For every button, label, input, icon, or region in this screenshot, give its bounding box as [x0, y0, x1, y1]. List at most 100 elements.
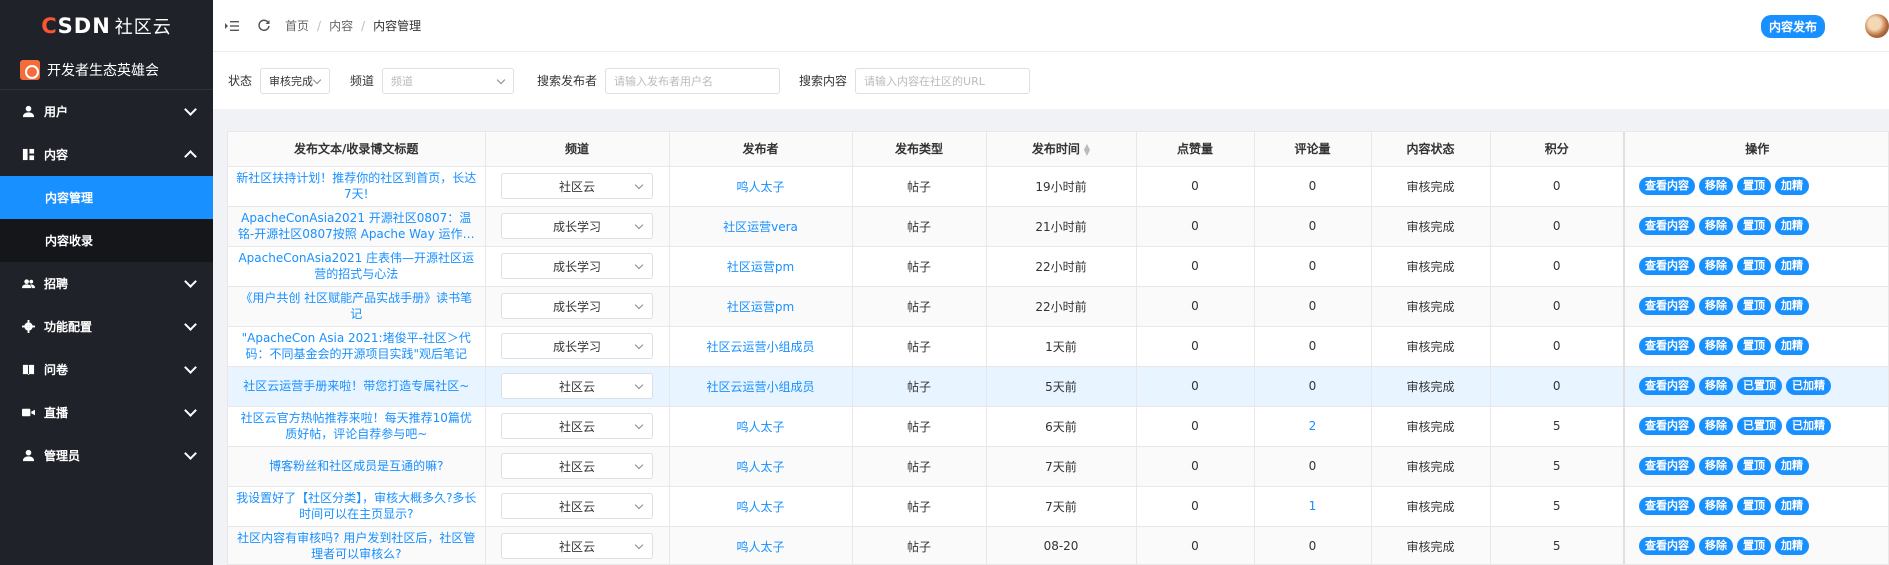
column-header-time[interactable]: 发布时间 ▲ ▼ [986, 132, 1137, 167]
pin-button[interactable]: 置顶 [1737, 537, 1771, 555]
publisher-link[interactable]: 社区云运营小组成员 [706, 380, 814, 394]
publisher-search-input[interactable]: 请输入发布者用户名 [605, 67, 781, 94]
feature-button[interactable]: 加精 [1775, 177, 1809, 195]
menu-item-admin[interactable]: 管理员 [0, 434, 213, 477]
sort-icon[interactable]: ▲ ▼ [1084, 142, 1090, 156]
refresh-icon[interactable] [257, 19, 271, 33]
pin-button[interactable]: 置顶 [1737, 257, 1771, 275]
content-title-link[interactable]: 《用户共创 社区赋能产品实战手册》读书笔记 [228, 290, 485, 322]
remove-button[interactable]: 移除 [1699, 497, 1733, 515]
remove-button[interactable]: 移除 [1699, 537, 1733, 555]
community-switcher[interactable]: 开发者生态英雄会 [0, 51, 213, 90]
logo-letter-c: C [41, 13, 58, 38]
content-title-link[interactable]: ApacheConAsia2021 开源社区0807：温铭-开源社区0807按照… [228, 210, 485, 242]
content-title-link[interactable]: "ApacheCon Asia 2021:堵俊平-社区＞代码：不同基金会的开源项… [228, 330, 485, 362]
remove-button[interactable]: 移除 [1699, 257, 1733, 275]
pin-button[interactable]: 置顶 [1737, 297, 1771, 315]
menu-item-content[interactable]: 内容 [0, 133, 213, 176]
publish-content-button[interactable]: 内容发布 [1760, 15, 1825, 38]
view-content-button[interactable]: 查看内容 [1639, 257, 1695, 275]
content-title-link[interactable]: ApacheConAsia2021 庄表伟—开源社区运营的招式与心法 [228, 250, 485, 282]
actions-cell: 查看内容 移除 置顶 加精 [1623, 246, 1888, 287]
channel-select[interactable]: 社区云 [501, 533, 653, 559]
publisher-link[interactable]: 鸣人太子 [736, 500, 784, 514]
status-select[interactable]: 审核完成 [260, 67, 331, 94]
channel-select[interactable]: 成长学习 [501, 333, 653, 359]
publisher-link[interactable]: 社区运营pm [727, 260, 794, 274]
feature-button[interactable]: 加精 [1775, 297, 1809, 315]
feature-button[interactable]: 加精 [1775, 497, 1809, 515]
channel-select[interactable]: 社区云 [501, 173, 653, 199]
submenu-item-content-collect[interactable]: 内容收录 [0, 219, 213, 262]
view-content-button[interactable]: 查看内容 [1639, 457, 1695, 475]
view-content-button[interactable]: 查看内容 [1639, 417, 1695, 435]
pin-button[interactable]: 置顶 [1737, 217, 1771, 235]
submenu-item-content-manage[interactable]: 内容管理 [0, 176, 213, 219]
view-content-button[interactable]: 查看内容 [1639, 177, 1695, 195]
publisher-link[interactable]: 鸣人太子 [736, 180, 784, 194]
pin-button[interactable]: 置顶 [1737, 337, 1771, 355]
breadcrumb-current: 内容管理 [373, 19, 422, 33]
content-title-link[interactable]: 社区云运营手册来啦！带您打造专属社区~ [228, 378, 485, 394]
menu-item-live[interactable]: 直播 [0, 391, 213, 434]
feature-button[interactable]: 加精 [1775, 537, 1809, 555]
menu-item-recruit[interactable]: 招聘 [0, 262, 213, 305]
view-content-button[interactable]: 查看内容 [1639, 537, 1695, 555]
remove-button[interactable]: 移除 [1699, 337, 1733, 355]
content-title-link[interactable]: 社区内容有审核吗? 用户发到社区后，社区管理者可以审核么? [228, 530, 485, 562]
channel-select[interactable]: 社区云 [501, 453, 653, 479]
channel-select[interactable]: 成长学习 [501, 253, 653, 279]
view-content-button[interactable]: 查看内容 [1639, 497, 1695, 515]
view-content-button[interactable]: 查看内容 [1639, 217, 1695, 235]
feature-button[interactable]: 加精 [1775, 257, 1809, 275]
feature-button[interactable]: 加精 [1775, 337, 1809, 355]
publisher-link[interactable]: 鸣人太子 [736, 460, 784, 474]
pin-button[interactable]: 已置顶 [1737, 417, 1782, 435]
channel-select[interactable]: 成长学习 [501, 213, 653, 239]
pin-button[interactable]: 置顶 [1737, 457, 1771, 475]
type-cell: 帖子 [852, 406, 987, 447]
feature-button[interactable]: 加精 [1775, 457, 1809, 475]
channel-select[interactable]: 社区云 [501, 413, 653, 439]
remove-button[interactable]: 移除 [1699, 297, 1733, 315]
feature-button[interactable]: 已加精 [1786, 417, 1831, 435]
csdn-logo[interactable]: C SDN 社区云 [0, 0, 213, 51]
remove-button[interactable]: 移除 [1699, 457, 1733, 475]
pin-button[interactable]: 置顶 [1737, 177, 1771, 195]
content-title-link[interactable]: 社区云官方热帖推荐来啦！每天推荐10篇优质好帖，评论自荐参与吧~ [228, 410, 485, 442]
content-title-link[interactable]: 新社区扶持计划！推荐你的社区到首页，长达7天! [228, 170, 485, 202]
publisher-link[interactable]: 鸣人太子 [736, 540, 784, 554]
breadcrumb-home[interactable]: 首页 [285, 17, 309, 34]
menu-item-survey[interactable]: 问卷 [0, 348, 213, 391]
publisher-link[interactable]: 社区云运营小组成员 [706, 340, 814, 354]
content-title-link[interactable]: 我设置好了【社区分类】，审核大概多久?多长时间可以在主页显示? [228, 490, 485, 522]
content-url-search-input[interactable]: 请输入内容在社区的URL [855, 67, 1031, 94]
actions-cell: 查看内容 移除 置顶 加精 [1623, 286, 1888, 327]
menu-item-users[interactable]: 用户 [0, 90, 213, 133]
channel-select[interactable]: 频道 [382, 67, 515, 94]
content-title-link[interactable]: 博客粉丝和社区成员是互通的嘛? [228, 458, 485, 474]
avatar[interactable] [1865, 14, 1889, 38]
remove-button[interactable]: 移除 [1699, 417, 1733, 435]
menu-item-feature-config[interactable]: 功能配置 [0, 305, 213, 348]
menu-collapse-icon[interactable] [225, 19, 239, 33]
publisher-link[interactable]: 社区运营vera [723, 220, 798, 234]
view-content-button[interactable]: 查看内容 [1639, 377, 1695, 395]
view-content-button[interactable]: 查看内容 [1639, 297, 1695, 315]
breadcrumb-content[interactable]: 内容 [329, 17, 353, 34]
publisher-link[interactable]: 社区运营pm [727, 300, 794, 314]
pin-button[interactable]: 置顶 [1737, 497, 1771, 515]
pin-button[interactable]: 已置顶 [1737, 377, 1782, 395]
channel-select[interactable]: 社区云 [501, 493, 653, 519]
feature-button[interactable]: 加精 [1775, 217, 1809, 235]
channel-cell: 社区云 [485, 366, 670, 407]
remove-button[interactable]: 移除 [1699, 217, 1733, 235]
feature-button[interactable]: 已加精 [1786, 377, 1831, 395]
publisher-link[interactable]: 鸣人太子 [736, 420, 784, 434]
view-content-button[interactable]: 查看内容 [1639, 337, 1695, 355]
channel-cell: 成长学习 [485, 206, 670, 247]
remove-button[interactable]: 移除 [1699, 177, 1733, 195]
remove-button[interactable]: 移除 [1699, 377, 1733, 395]
channel-select[interactable]: 社区云 [501, 373, 653, 399]
channel-select[interactable]: 成长学习 [501, 293, 653, 319]
